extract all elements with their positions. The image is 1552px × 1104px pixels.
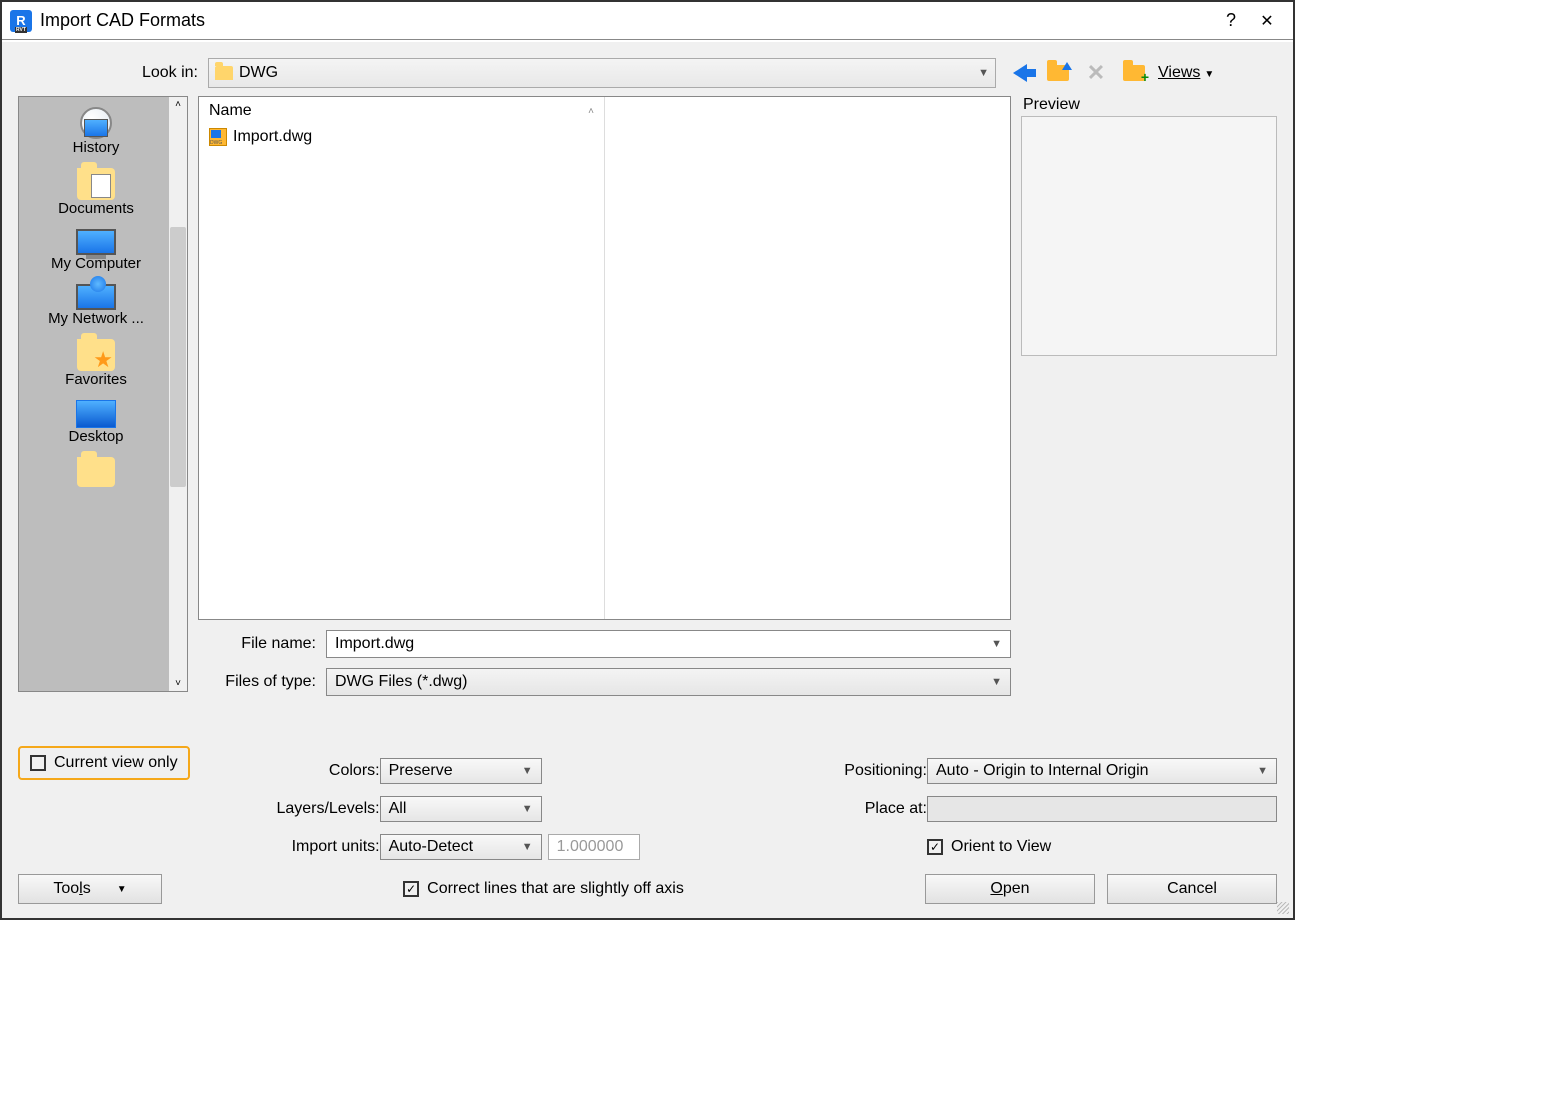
window-title: Import CAD Formats [40, 10, 1213, 31]
history-icon [80, 107, 112, 139]
desktop-icon [76, 400, 116, 428]
checkbox-checked-icon: ✓ [403, 881, 419, 897]
column-name-header[interactable]: Name ˄ [199, 97, 604, 125]
place-computer[interactable]: My Computer [23, 225, 169, 276]
colors-label: Colors: [220, 762, 380, 780]
arrow-back-icon [1013, 64, 1027, 82]
lookin-label: Look in: [18, 64, 198, 82]
place-folder[interactable] [23, 453, 169, 491]
colors-combo[interactable]: Preserve▼ [380, 758, 542, 784]
place-network[interactable]: My Network ... [23, 280, 169, 331]
current-view-only-checkbox[interactable]: Current view only [18, 746, 190, 780]
file-list[interactable]: Name ˄ Import.dwg [198, 96, 1011, 620]
chevron-down-icon[interactable]: ▼ [991, 638, 1002, 650]
dialog-body: Look in: DWG ▼ ✕ Views▼ History Document… [2, 42, 1293, 918]
chevron-down-icon[interactable]: ▼ [991, 676, 1002, 688]
computer-icon [76, 229, 116, 255]
units-scale-input[interactable]: 1.000000 [548, 834, 640, 860]
titlebar: R Import CAD Formats ? ✕ [2, 2, 1293, 40]
checkbox-icon [30, 755, 46, 771]
place-documents[interactable]: Documents [23, 164, 169, 221]
favorites-icon [77, 339, 115, 371]
preview-box [1021, 116, 1277, 356]
places-scrollbar[interactable]: ˄ ˅ [169, 97, 187, 691]
preview-label: Preview [1021, 96, 1277, 114]
file-row[interactable]: Import.dwg [199, 125, 604, 149]
orient-checkbox[interactable]: ✓ Orient to View [927, 838, 1277, 856]
dwg-file-icon [209, 128, 227, 146]
nav-delete-button: ✕ [1082, 59, 1110, 87]
views-menu[interactable]: Views▼ [1158, 64, 1214, 82]
positioning-combo[interactable]: Auto - Origin to Internal Origin▼ [927, 758, 1277, 784]
correct-lines-checkbox[interactable]: ✓ Correct lines that are slightly off ax… [162, 880, 925, 898]
placeat-label: Place at: [797, 800, 927, 818]
place-history[interactable]: History [23, 103, 169, 160]
checkbox-checked-icon: ✓ [927, 839, 943, 855]
scroll-thumb[interactable] [170, 227, 186, 487]
folder-icon [215, 66, 233, 80]
help-button[interactable]: ? [1213, 10, 1249, 31]
sort-caret-icon: ˄ [588, 106, 594, 117]
filename-label: File name: [198, 635, 316, 653]
nav-back-button[interactable] [1006, 59, 1034, 87]
layers-combo[interactable]: All▼ [380, 796, 542, 822]
chevron-down-icon: ▼ [978, 67, 989, 79]
x-icon: ✕ [1087, 60, 1105, 86]
positioning-label: Positioning: [797, 762, 927, 780]
resize-grip[interactable] [1277, 902, 1289, 914]
nav-up-button[interactable] [1044, 59, 1072, 87]
close-button[interactable]: ✕ [1249, 11, 1285, 31]
placeat-combo [927, 796, 1277, 822]
scroll-up-icon[interactable]: ˄ [173, 97, 183, 112]
nav-newfolder-button[interactable] [1120, 59, 1148, 87]
app-icon: R [10, 10, 32, 32]
layers-label: Layers/Levels: [220, 800, 380, 818]
units-label: Import units: [220, 838, 380, 856]
place-desktop[interactable]: Desktop [23, 396, 169, 449]
file-name-cell: Import.dwg [233, 128, 312, 146]
units-combo[interactable]: Auto-Detect▼ [380, 834, 542, 860]
documents-icon [77, 168, 115, 200]
place-favorites[interactable]: Favorites [23, 335, 169, 392]
filename-input[interactable]: Import.dwg ▼ [326, 630, 1011, 658]
places-bar: History Documents My Computer My Network… [18, 96, 188, 692]
folder-up-icon [1047, 65, 1069, 81]
scroll-down-icon[interactable]: ˅ [173, 676, 183, 691]
filetype-label: Files of type: [198, 673, 316, 691]
cancel-button[interactable]: Cancel [1107, 874, 1277, 904]
lookin-value: DWG [239, 64, 278, 82]
filetype-combo[interactable]: DWG Files (*.dwg) ▼ [326, 668, 1011, 696]
folder-new-icon [1123, 65, 1145, 81]
folder-icon [77, 457, 115, 487]
lookin-combo[interactable]: DWG ▼ [208, 58, 996, 88]
open-button[interactable]: Open [925, 874, 1095, 904]
network-icon [76, 284, 116, 310]
tools-button[interactable]: Tools ▼ [18, 874, 162, 904]
